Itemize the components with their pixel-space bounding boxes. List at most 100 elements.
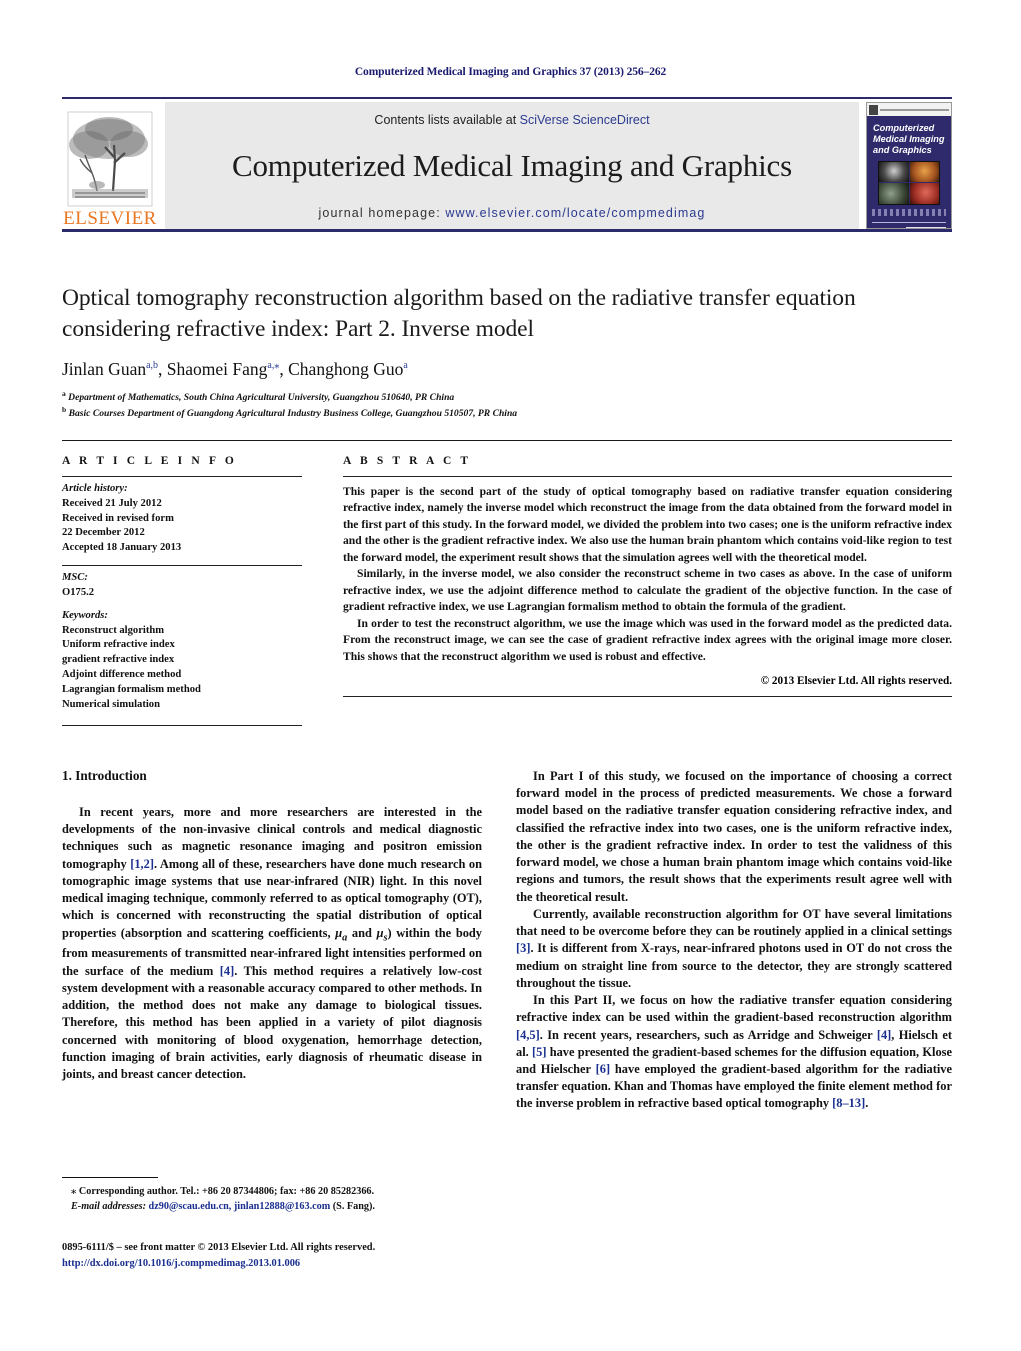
abstract-copyright: © 2013 Elsevier Ltd. All rights reserved… [760,674,952,687]
cover-divider [872,221,946,223]
citation-ref[interactable]: [1,2] [130,857,154,871]
corresponding-author-note: ⁎ Corresponding author. Tel.: +86 20 873… [71,1186,375,1197]
abstract-paragraph: This paper is the second part of the stu… [343,485,952,564]
cover-title: Computerized Medical Imaging and Graphic… [873,123,945,156]
email-label: E-mail addresses: [71,1200,146,1212]
info-top-rule [62,440,952,441]
body-paragraph: In Part I of this study, we focused on t… [516,769,952,904]
abstract-heading: A B S T R A C T [343,455,472,467]
masthead-center-band: Contents lists available at SciVerse Sci… [165,102,859,229]
masthead-rule-top [62,97,952,99]
article-history-item: Accepted 18 January 2013 [62,542,182,554]
affiliations: a Department of Mathematics, South China… [62,389,952,421]
keyword-item: Lagrangian formalism method [62,683,201,695]
keyword-item: Numerical simulation [62,698,160,710]
homepage-prefix: journal homepage: [318,206,446,220]
cover-image-cell [909,183,939,204]
article-history-label: Article history: [62,483,128,494]
cover-top-line [880,108,949,111]
body-paragraph: Currently, available reconstruction algo… [516,906,952,990]
keyword-item: Adjoint difference method [62,669,182,681]
article-info-bottom-rule [62,724,302,726]
footnote-text: ⁎ Corresponding author. Tel.: +86 20 873… [62,1185,482,1215]
article-info-column: A R T I C L E I N F O Article history: R… [62,455,302,726]
article-history: Article history: Received 21 July 2012 R… [62,477,302,556]
abstract-paragraph: Similarly, in the inverse model, we also… [343,567,952,614]
section-heading-introduction: 1. Introduction [62,768,147,783]
cover-image-cell [909,161,939,183]
abstract-column: A B S T R A C T This paper is the second… [343,455,952,697]
affiliation-mark: b [62,405,67,415]
author-name: Jinlan Guan [62,359,147,380]
contents-available-line: Contents lists available at SciVerse Sci… [374,113,649,127]
cover-image-cell [879,161,909,183]
introduction-text-left: In recent years, more and more researche… [62,804,482,1083]
author-list: Jinlan Guana,b, Shaomei Fanga,⁎, Changho… [62,359,408,380]
issn-block: 0895-6111/$ – see front matter © 2013 El… [62,1240,562,1271]
affiliation-text: Department of Mathematics, South China A… [68,392,455,404]
elsevier-tree-icon [67,111,153,207]
elsevier-wordmark: ELSEVIER [63,208,157,229]
footnote-block: ⁎ Corresponding author. Tel.: +86 20 873… [62,1177,482,1215]
article-history-item: Received 21 July 2012 [62,497,162,509]
cover-image-cell [879,183,909,204]
article-info-heading: A R T I C L E I N F O [62,455,237,467]
keyword-item: Uniform refractive index [62,639,175,651]
page-title: Optical tomography reconstruction algori… [62,285,856,343]
author-affiliation-mark: a,⁎ [267,360,280,372]
journal-title: Computerized Medical Imaging and Graphic… [232,148,792,184]
body-paragraph: In this Part II, we focus on how the rad… [516,993,952,1111]
masthead-rule-bottom [62,229,952,232]
author-affiliation-mark: a,b [146,360,159,372]
abstract-paragraph: In order to test the reconstruct algorit… [343,616,952,663]
body-column-right: In Part I of this study, we focused on t… [516,768,952,1113]
math-symbol-mu-s: μs [376,925,388,944]
paper-page: Computerized Medical Imaging and Graphic… [0,0,1021,1351]
affiliation-line: a Department of Mathematics, South China… [62,389,952,405]
cover-top-bar [867,103,951,116]
msc-divider [62,565,302,567]
citation-ref[interactable]: [4] [220,964,234,978]
doi-link[interactable]: http://dx.doi.org/10.1016/j.compmedimag.… [62,1256,562,1272]
author-name: Shaomei Fang [166,359,268,380]
body-column-left: 1. Introduction In recent years, more an… [62,768,482,1083]
title-block: Optical tomography reconstruction algori… [62,283,952,421]
affiliation-text: Basic Courses Department of Guangdong Ag… [68,408,518,420]
abstract-body: This paper is the second part of the stu… [343,477,952,665]
keywords-label: Keywords: [62,609,108,621]
msc-label: MSC: [62,572,88,584]
article-history-item: 22 December 2012 [62,527,145,539]
sciencedirect-link[interactable]: SciVerse ScienceDirect [520,113,650,127]
math-symbol-mu-a: μa [335,925,348,944]
citation-ref[interactable]: [8–13] [832,1096,865,1110]
body-paragraph: In recent years, more and more researche… [62,805,482,1082]
citation-ref[interactable]: [3] [516,941,530,955]
cover-text-placeholder [872,208,946,216]
author-affiliation-mark: a [403,360,408,372]
affiliation-line: b Basic Courses Department of Guangdong … [62,405,952,421]
msc-block: MSC: O175.2 Keywords: Reconstruct algori… [62,571,302,712]
citation-ref[interactable]: [4,5] [516,1028,540,1042]
journal-cover-thumbnail: Computerized Medical Imaging and Graphic… [866,102,952,229]
affiliation-mark: a [62,389,66,399]
footnote-rule [62,1177,158,1178]
author-name: Changhong Guo [288,359,404,380]
journal-homepage-line: journal homepage: www.elsevier.com/locat… [319,206,706,220]
journal-masthead: ELSEVIER Contents lists available at Sci… [62,97,952,232]
keyword-item: gradient refractive index [62,654,175,666]
cover-image-grid [878,160,940,205]
citation-ref[interactable]: [5] [532,1045,546,1059]
issn-line: 0895-6111/$ – see front matter © 2013 El… [62,1242,376,1253]
cover-badge [906,226,946,228]
citation-ref[interactable]: [4] [877,1028,891,1042]
introduction-text-right: In Part I of this study, we focused on t… [516,768,952,1113]
msc-value: O175.2 [62,586,95,598]
journal-homepage-link[interactable]: www.elsevier.com/locate/compmedimag [445,206,705,220]
elsevier-logo: ELSEVIER [62,102,158,229]
email-note: E-mail addresses: dz90@scau.edu.cn, jinl… [62,1200,482,1215]
citation-ref[interactable]: [6] [596,1062,610,1076]
email-addresses[interactable]: dz90@scau.edu.cn, jinlan12888@163.com [149,1201,331,1212]
running-header: Computerized Medical Imaging and Graphic… [354,66,667,78]
abstract-bottom-rule [343,695,952,697]
